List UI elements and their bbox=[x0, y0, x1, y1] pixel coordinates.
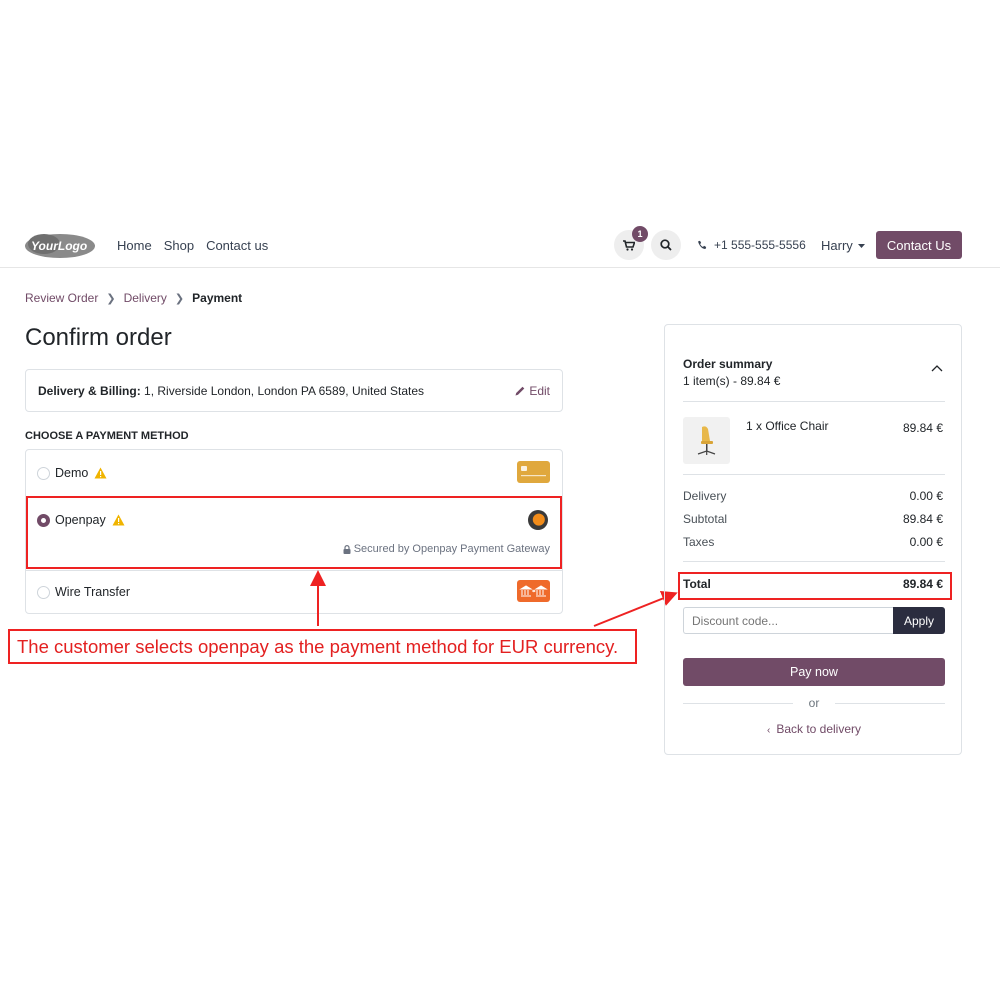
divider bbox=[683, 474, 945, 475]
back-to-delivery-link[interactable]: ‹ Back to delivery bbox=[665, 722, 963, 736]
divider bbox=[683, 561, 945, 562]
total-label: Total bbox=[683, 577, 711, 591]
order-summary: Order summary 1 item(s) - 89.84 € 1 x Of… bbox=[664, 324, 962, 755]
product-image bbox=[683, 417, 730, 464]
or-separator: or bbox=[808, 696, 820, 710]
chevron-left-icon: ‹ bbox=[766, 725, 771, 736]
annotation-caption: The customer selects openpay as the paym… bbox=[8, 629, 637, 664]
summary-subtitle: 1 item(s) - 89.84 € bbox=[683, 374, 781, 388]
delivery-value: 0.00 € bbox=[909, 489, 943, 503]
taxes-label: Taxes bbox=[683, 535, 715, 549]
apply-button[interactable]: Apply bbox=[893, 607, 945, 634]
summary-title: Order summary bbox=[683, 357, 773, 371]
product-name: 1 x Office Chair bbox=[746, 419, 829, 433]
product-price: 89.84 € bbox=[902, 421, 943, 435]
subtotal-value: 89.84 € bbox=[902, 512, 943, 526]
pay-now-button[interactable]: Pay now bbox=[683, 658, 945, 686]
back-label: Back to delivery bbox=[776, 722, 862, 736]
chevron-up-icon[interactable] bbox=[931, 365, 943, 372]
discount-code-input[interactable] bbox=[683, 607, 894, 634]
chair-icon bbox=[697, 426, 716, 455]
divider bbox=[683, 401, 945, 402]
total-value: 89.84 € bbox=[902, 577, 943, 591]
taxes-value: 0.00 € bbox=[909, 535, 943, 549]
delivery-label: Delivery bbox=[683, 489, 727, 503]
subtotal-label: Subtotal bbox=[683, 512, 728, 526]
